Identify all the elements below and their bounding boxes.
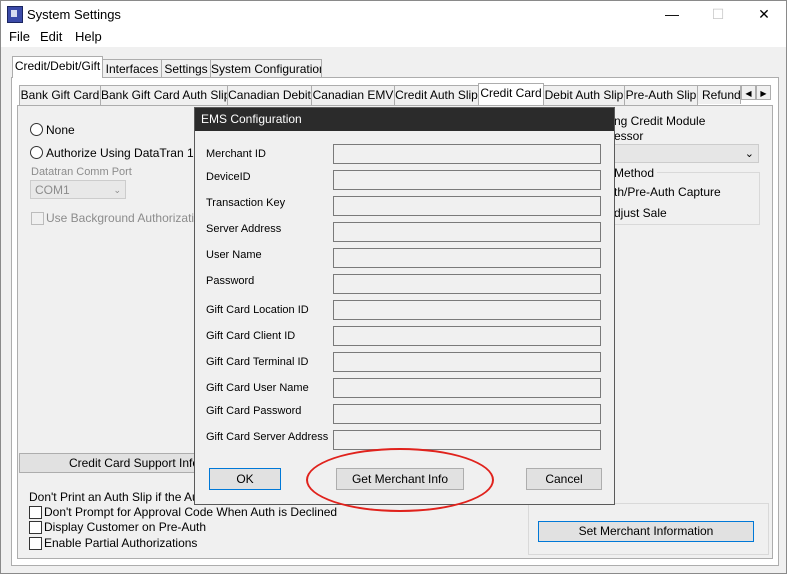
app-icon xyxy=(7,6,23,23)
tab-canadian-emv[interactable]: Canadian EMV xyxy=(311,85,395,105)
field-label: Gift Card Server Address xyxy=(206,431,329,443)
tab-credit-card[interactable]: Credit Card xyxy=(478,83,544,105)
chevron-down-icon: ⌄ xyxy=(744,148,754,160)
dont-prompt-approval-checkbox[interactable] xyxy=(29,506,42,519)
radio-authorize-datatran[interactable] xyxy=(30,146,43,159)
ems-configuration-dialog: EMS Configuration Merchant ID DeviceID T… xyxy=(194,107,615,505)
title-bar: System Settings — ☐ ✕ xyxy=(1,1,786,27)
highlight-circle-annotation xyxy=(306,448,494,512)
field-label: Gift Card Password xyxy=(206,405,302,417)
menu-edit[interactable]: Edit xyxy=(40,29,62,44)
gift-card-client-id-input[interactable] xyxy=(333,326,601,346)
credit-module-label: ng Credit Module xyxy=(614,114,706,128)
device-id-input[interactable] xyxy=(333,170,601,190)
use-background-auth-checkbox[interactable] xyxy=(31,212,44,225)
menu-help[interactable]: Help xyxy=(75,29,102,44)
minimize-button[interactable]: — xyxy=(649,1,695,27)
partial-auth-checkbox[interactable] xyxy=(29,537,42,550)
tab-pre-auth-slip[interactable]: Pre-Auth Slip xyxy=(624,85,698,105)
gift-card-user-name-input[interactable] xyxy=(333,378,601,398)
menu-bar: File Edit Help xyxy=(1,27,786,47)
field-label: Gift Card Client ID xyxy=(206,330,296,342)
option-adjust-label[interactable]: djust Sale xyxy=(614,206,667,220)
radio-authorize-label: Authorize Using DataTran 162 xyxy=(46,146,207,160)
gift-card-location-id-input[interactable] xyxy=(333,300,601,320)
tab-settings[interactable]: Settings xyxy=(161,59,211,79)
close-button[interactable]: ✕ xyxy=(741,1,787,27)
field-label: User Name xyxy=(206,249,262,261)
field-label: Gift Card Location ID xyxy=(206,304,309,316)
processor-select[interactable]: ⌄ xyxy=(613,144,759,163)
transaction-key-input[interactable] xyxy=(333,196,601,216)
menu-file[interactable]: File xyxy=(9,29,30,44)
field-label: Transaction Key xyxy=(206,197,286,209)
chevron-down-icon: ⌄ xyxy=(113,185,121,195)
field-label: Gift Card User Name xyxy=(206,382,309,394)
tab-credit-auth-slip[interactable]: Credit Auth Slip xyxy=(394,85,479,105)
comm-port-value: COM1 xyxy=(35,183,70,197)
use-background-auth-label: Use Background Authorization xyxy=(46,211,208,225)
gift-card-server-address-input[interactable] xyxy=(333,430,601,450)
tab-credit-debit-gift[interactable]: Credit/Debit/Gift xyxy=(12,56,103,78)
dont-print-auth-slip-text: Don't Print an Auth Slip if the Auth A xyxy=(29,490,220,504)
tab-canadian-debit[interactable]: Canadian Debit xyxy=(227,85,312,105)
gift-card-terminal-id-input[interactable] xyxy=(333,352,601,372)
tab-system-configuration[interactable]: System Configuration xyxy=(210,59,322,79)
gift-card-password-input[interactable] xyxy=(333,404,601,424)
tab-bank-gift-card-auth-slip[interactable]: Bank Gift Card Auth Slip xyxy=(100,85,228,105)
display-customer-checkbox[interactable] xyxy=(29,521,42,534)
tab-interfaces[interactable]: Interfaces xyxy=(102,59,162,79)
system-settings-window: System Settings — ☐ ✕ File Edit Help Cre… xyxy=(0,0,787,574)
display-customer-label: Display Customer on Pre-Auth xyxy=(44,520,207,534)
partial-auth-label: Enable Partial Authorizations xyxy=(44,536,198,550)
maximize-button[interactable]: ☐ xyxy=(695,1,741,27)
merchant-id-input[interactable] xyxy=(333,144,601,164)
tab-refund[interactable]: Refund xyxy=(697,85,741,104)
cancel-button[interactable]: Cancel xyxy=(526,468,602,490)
field-label: DeviceID xyxy=(206,171,251,183)
window-title: System Settings xyxy=(27,7,121,22)
processor-label: essor xyxy=(614,129,644,143)
radio-none-label: None xyxy=(46,123,75,137)
field-label: Server Address xyxy=(206,223,282,235)
field-label: Password xyxy=(206,275,255,287)
tab-scroll-right-icon[interactable]: ▶ xyxy=(756,85,771,100)
comm-port-label: Datatran Comm Port xyxy=(31,166,132,178)
ok-button[interactable]: OK xyxy=(209,468,281,490)
tab-bank-gift-card[interactable]: Bank Gift Card xyxy=(19,85,101,105)
dont-prompt-approval-label: Don't Prompt for Approval Code When Auth… xyxy=(44,505,338,519)
method-label: Method xyxy=(614,166,658,180)
password-input[interactable] xyxy=(333,274,601,294)
tab-scroll-left-icon[interactable]: ◀ xyxy=(741,85,756,100)
set-merchant-info-button[interactable]: Set Merchant Information xyxy=(538,521,754,542)
field-label: Merchant ID xyxy=(206,148,266,160)
radio-none[interactable] xyxy=(30,123,43,136)
tab-debit-auth-slip[interactable]: Debit Auth Slip xyxy=(543,85,625,105)
comm-port-select[interactable]: COM1 ⌄ xyxy=(30,180,126,199)
user-name-input[interactable] xyxy=(333,248,601,268)
field-label: Gift Card Terminal ID xyxy=(206,356,309,368)
server-address-input[interactable] xyxy=(333,222,601,242)
option-capture-label[interactable]: th/Pre-Auth Capture xyxy=(614,185,721,199)
dialog-title: EMS Configuration xyxy=(195,108,614,131)
